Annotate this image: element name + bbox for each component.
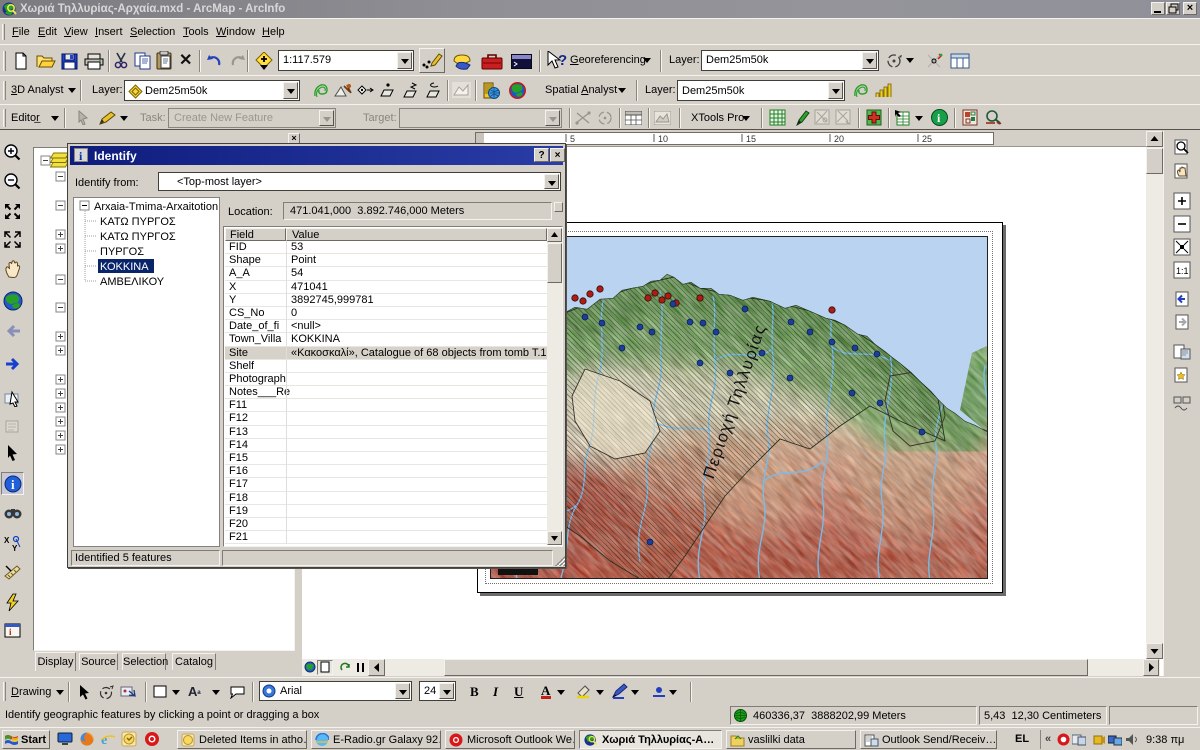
svg-text:?: ?	[558, 52, 567, 69]
svg-text:15: 15	[746, 134, 756, 144]
svg-text:25: 25	[922, 134, 932, 144]
svg-text:5: 5	[570, 134, 575, 144]
svg-text:i: i	[11, 477, 15, 492]
svg-text:10: 10	[658, 134, 668, 144]
svg-text:ΑΜΒΕΛΙΚΟΥ: ΑΜΒΕΛΙΚΟΥ	[100, 276, 165, 288]
svg-text:Arxaia-Tmima-Arxaitotion: Arxaia-Tmima-Arxaitotion	[94, 201, 218, 213]
svg-text:X: X	[4, 536, 10, 545]
svg-text:Y: Y	[12, 544, 18, 552]
svg-text:1:1: 1:1	[1176, 266, 1189, 276]
svg-text:20: 20	[834, 134, 844, 144]
svg-text:ΚΑΤΩ ΠΥΡΓΟΣ: ΚΑΤΩ ΠΥΡΓΟΣ	[100, 216, 176, 228]
svg-text:ΚΟΚΚΙΝΑ: ΚΟΚΚΙΝΑ	[100, 261, 149, 273]
svg-text:ΚΑΤΩ ΠΥΡΓΟΣ: ΚΑΤΩ ΠΥΡΓΟΣ	[100, 231, 176, 243]
svg-text:ΠΥΡΓΟΣ: ΠΥΡΓΟΣ	[100, 246, 144, 258]
